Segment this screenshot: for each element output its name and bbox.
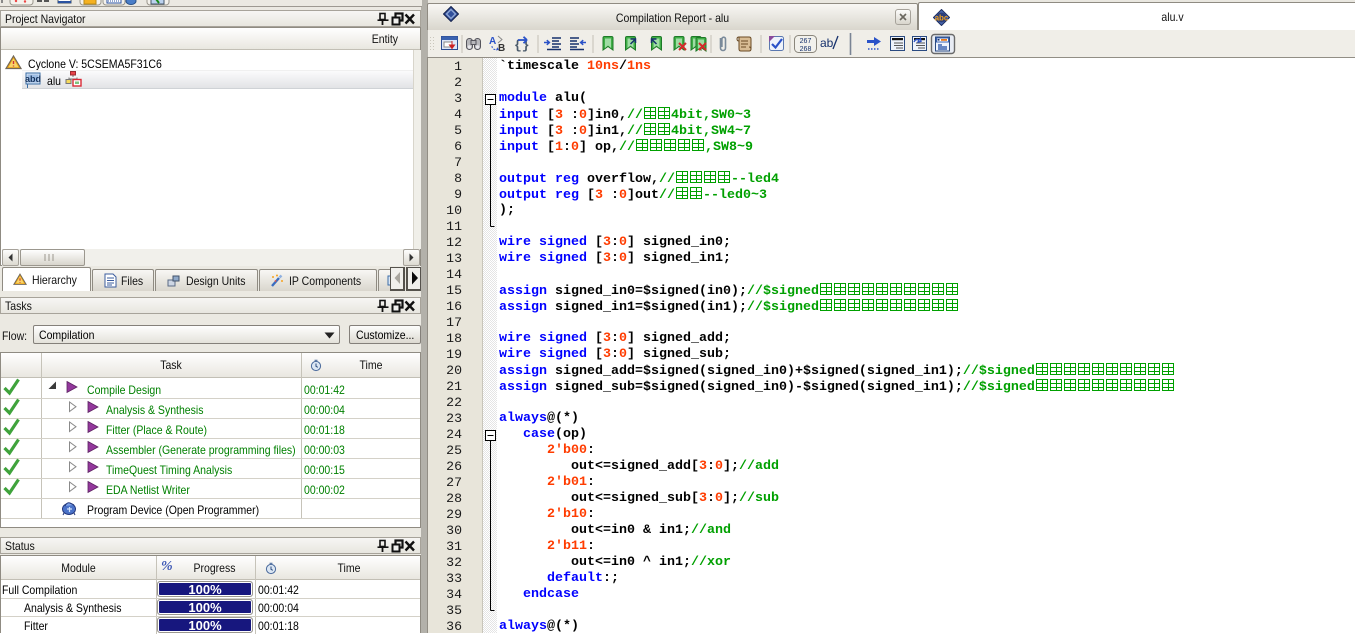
- svg-text:B: B: [498, 43, 505, 54]
- svg-text:ab: ab: [820, 36, 834, 50]
- svg-text:268: 268: [800, 46, 812, 53]
- svg-text:abd: abd: [25, 74, 41, 84]
- svg-text:A: A: [489, 36, 496, 47]
- svg-text:abc: abc: [935, 14, 949, 23]
- svg-text:267: 267: [800, 38, 812, 45]
